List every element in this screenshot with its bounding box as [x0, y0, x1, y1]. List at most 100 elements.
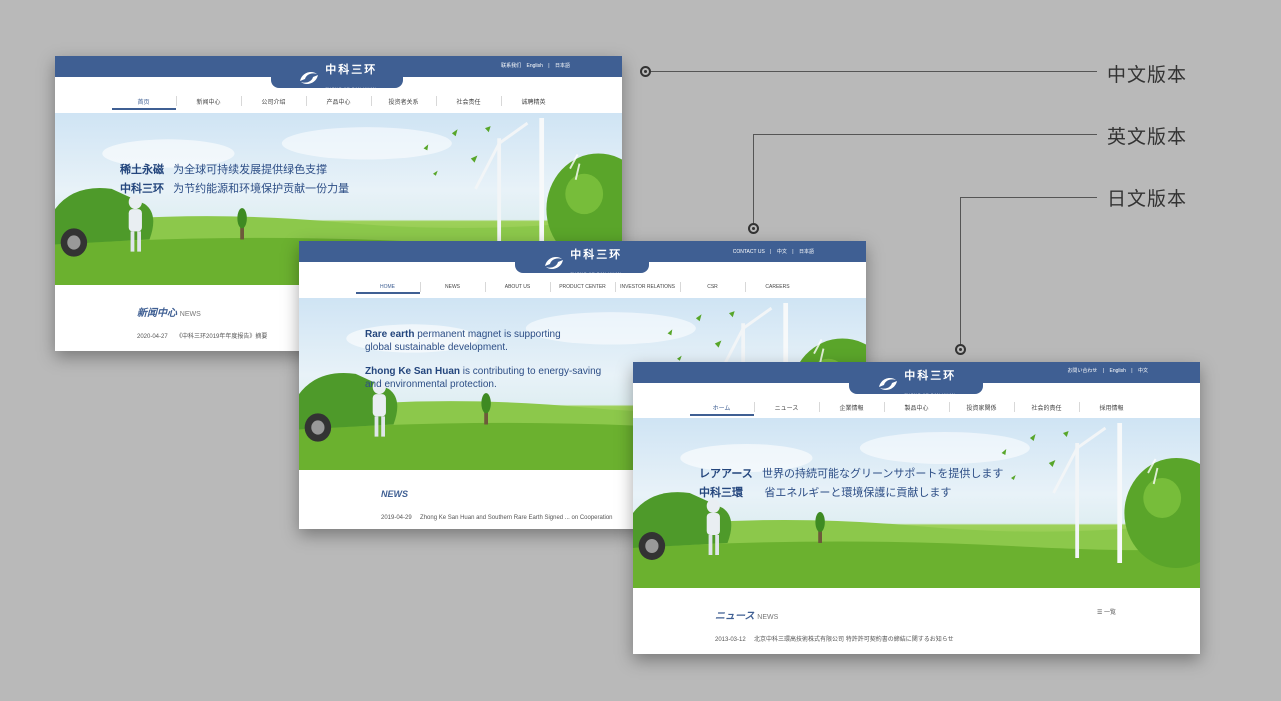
nav-news[interactable]: 新闻中心 [177, 97, 241, 106]
nav-home[interactable]: ホーム [689, 403, 754, 416]
slogan-text-1: permanent magnet is supporting [417, 329, 561, 340]
news-header: NEWS [381, 489, 408, 499]
callout-line-chinese [651, 71, 1097, 72]
link-contact[interactable]: CONTACT US [733, 249, 765, 255]
news-link[interactable]: Zhong Ke San Huan and Southern Rare Eart… [420, 515, 612, 521]
logo-mark-icon [544, 256, 563, 269]
slogan-bold-1: 稀土永磁 [120, 164, 164, 176]
news-date: 2019-04-29 [381, 515, 412, 521]
slogan-text-2: 省エネルギーと環境保護に貢献します [764, 487, 952, 499]
main-nav: ホーム ニュース 企業情報 製品中心 投資家関係 社会的責任 採用情報 [633, 399, 1200, 416]
logo-en: ZHONG KE SAN HUAN [325, 85, 377, 91]
link-chinese[interactable]: 中文 [777, 249, 787, 255]
news-en: NEWS [757, 614, 779, 621]
news-link[interactable]: 《中科三环2019年年度报告》摘要 [176, 334, 267, 340]
slogan-bold-1: レアアース [699, 468, 753, 480]
callout-line-english-v [753, 134, 754, 223]
link-japanese[interactable]: 日本語 [799, 249, 814, 255]
link-english[interactable]: English [526, 63, 542, 69]
link-contact[interactable]: 联系我们 [501, 63, 521, 69]
logo-en: ZHONG KE SAN HUAN [904, 391, 956, 397]
news-item[interactable]: 2013-03-12 北京中科三環高技術株式有限公司 特許許可契約書の締結に関す… [715, 634, 954, 643]
nav-careers[interactable]: 採用情報 [1080, 403, 1144, 412]
news-more-link[interactable]: ☰ 一覧 [1097, 607, 1116, 616]
slogan-text-1b: global sustainable development. [365, 342, 508, 353]
news-item[interactable]: 2019-04-29 Zhong Ke San Huan and Souther… [381, 515, 613, 521]
nav-products[interactable]: 製品中心 [885, 403, 949, 412]
link-separator: | [792, 249, 794, 255]
nav-investor[interactable]: 投資家関係 [950, 403, 1014, 412]
slogan-text-2: 为节约能源和环境保护贡献一份力量 [173, 183, 350, 195]
link-english[interactable]: English [1109, 368, 1125, 374]
nav-careers[interactable]: 诚聘精英 [502, 97, 566, 106]
nav-investor[interactable]: INVESTOR RELATIONS [616, 284, 680, 290]
logo-mark-icon [299, 71, 318, 84]
slogan-text-2b: and environmental protection. [365, 379, 497, 390]
callout-line-japanese-v [960, 197, 961, 344]
news-item[interactable]: 2020-04-27 《中科三环2019年年度报告》摘要 [137, 331, 267, 340]
logo-cn: 中科三环 [570, 249, 623, 261]
nav-csr[interactable]: CSR [681, 284, 745, 290]
news-date: 2020-04-27 [137, 334, 168, 340]
link-contact[interactable]: お問い合わせ [1067, 368, 1097, 374]
news-en: NEWS [179, 311, 201, 318]
nav-csr[interactable]: 社会的責任 [1015, 403, 1079, 412]
hero-banner: レアアース 世界の持続可能なグリーンサポートを提供します 中科三環 省エネルギー… [633, 418, 1200, 588]
news-link[interactable]: 北京中科三環高技術株式有限公司 特許許可契約書の締結に関するお知らせ [754, 637, 954, 643]
slogan-text-2: is contributing to energy-saving [462, 366, 602, 377]
nav-about[interactable]: 企業情報 [820, 403, 884, 412]
link-chinese[interactable]: 中文 [1138, 368, 1148, 374]
news-date: 2013-03-12 [715, 637, 746, 643]
top-links: 联系我们 English | 日本語 [499, 62, 572, 69]
callout-dot-chinese [640, 66, 651, 77]
callout-label-english: 英文版本 [1107, 126, 1188, 148]
slogan-text-1: 为全球可持续发展提供绿色支撑 [173, 164, 328, 176]
top-links: CONTACT US | 中文 | 日本語 [731, 248, 816, 255]
main-nav: 首页 新闻中心 公司介绍 产品中心 投资者关系 社会责任 诚聘精英 [55, 92, 622, 110]
logo-cn: 中科三环 [325, 64, 378, 76]
link-separator: | [548, 63, 550, 69]
logo[interactable]: 中科三环 ZHONG KE SAN HUAN [515, 241, 649, 276]
news-header: ニュース NEWS [715, 607, 778, 622]
main-nav: HOME NEWS ABOUT US PRODUCT CENTER INVEST… [299, 279, 866, 295]
nav-careers[interactable]: CAREERS [746, 284, 810, 290]
japanese-site-screenshot: 中科三环 ZHONG KE SAN HUAN お問い合わせ | English |… [633, 362, 1200, 654]
hero-slogan: レアアース 世界の持続可能なグリーンサポートを提供します 中科三環 省エネルギー… [699, 465, 1003, 503]
news-title: 新闻中心 [137, 308, 177, 319]
nav-products[interactable]: PRODUCT CENTER [551, 284, 615, 290]
nav-news[interactable]: NEWS [421, 284, 485, 290]
logo[interactable]: 中科三环 ZHONG KE SAN HUAN [849, 362, 983, 397]
nav-products[interactable]: 产品中心 [307, 97, 371, 106]
callout-label-chinese: 中文版本 [1107, 64, 1188, 86]
slogan-text-1: 世界の持続可能なグリーンサポートを提供します [761, 468, 1004, 480]
link-separator: | [770, 249, 772, 255]
nav-about[interactable]: 公司介绍 [242, 97, 306, 106]
nav-csr[interactable]: 社会责任 [437, 97, 501, 106]
logo[interactable]: 中科三环 ZHONG KE SAN HUAN [271, 56, 403, 91]
link-separator: | [1131, 368, 1133, 374]
callout-line-english-h [753, 134, 1097, 135]
callout-label-japanese: 日文版本 [1107, 188, 1188, 210]
nav-investor[interactable]: 投资者关系 [372, 97, 436, 106]
hero-scene [633, 418, 1200, 588]
slogan-bold-2: Zhong Ke San Huan [365, 366, 460, 377]
callout-dot-japanese [955, 344, 966, 355]
link-japanese[interactable]: 日本語 [555, 63, 570, 69]
slogan-bold-1: Rare earth [365, 329, 415, 340]
logo-mark-icon [878, 377, 897, 390]
slogan-bold-2: 中科三環 [699, 487, 743, 499]
nav-home[interactable]: HOME [355, 284, 420, 294]
nav-home[interactable]: 首页 [111, 97, 176, 110]
logo-cn: 中科三环 [904, 370, 957, 382]
link-separator: | [1102, 368, 1105, 374]
news-header: 新闻中心 NEWS [137, 304, 201, 319]
callout-dot-english [748, 223, 759, 234]
logo-en: ZHONG KE SAN HUAN [570, 270, 622, 276]
nav-about[interactable]: ABOUT US [486, 284, 550, 290]
callout-line-japanese-h [960, 197, 1097, 198]
hero-slogan: 稀土永磁 为全球可持续发展提供绿色支撑 中科三环 为节约能源和环境保护贡献一份力… [120, 161, 349, 199]
news-title: NEWS [381, 489, 408, 499]
nav-news[interactable]: ニュース [755, 403, 819, 412]
news-title: ニュース [715, 611, 755, 622]
slogan-bold-2: 中科三环 [120, 183, 164, 195]
